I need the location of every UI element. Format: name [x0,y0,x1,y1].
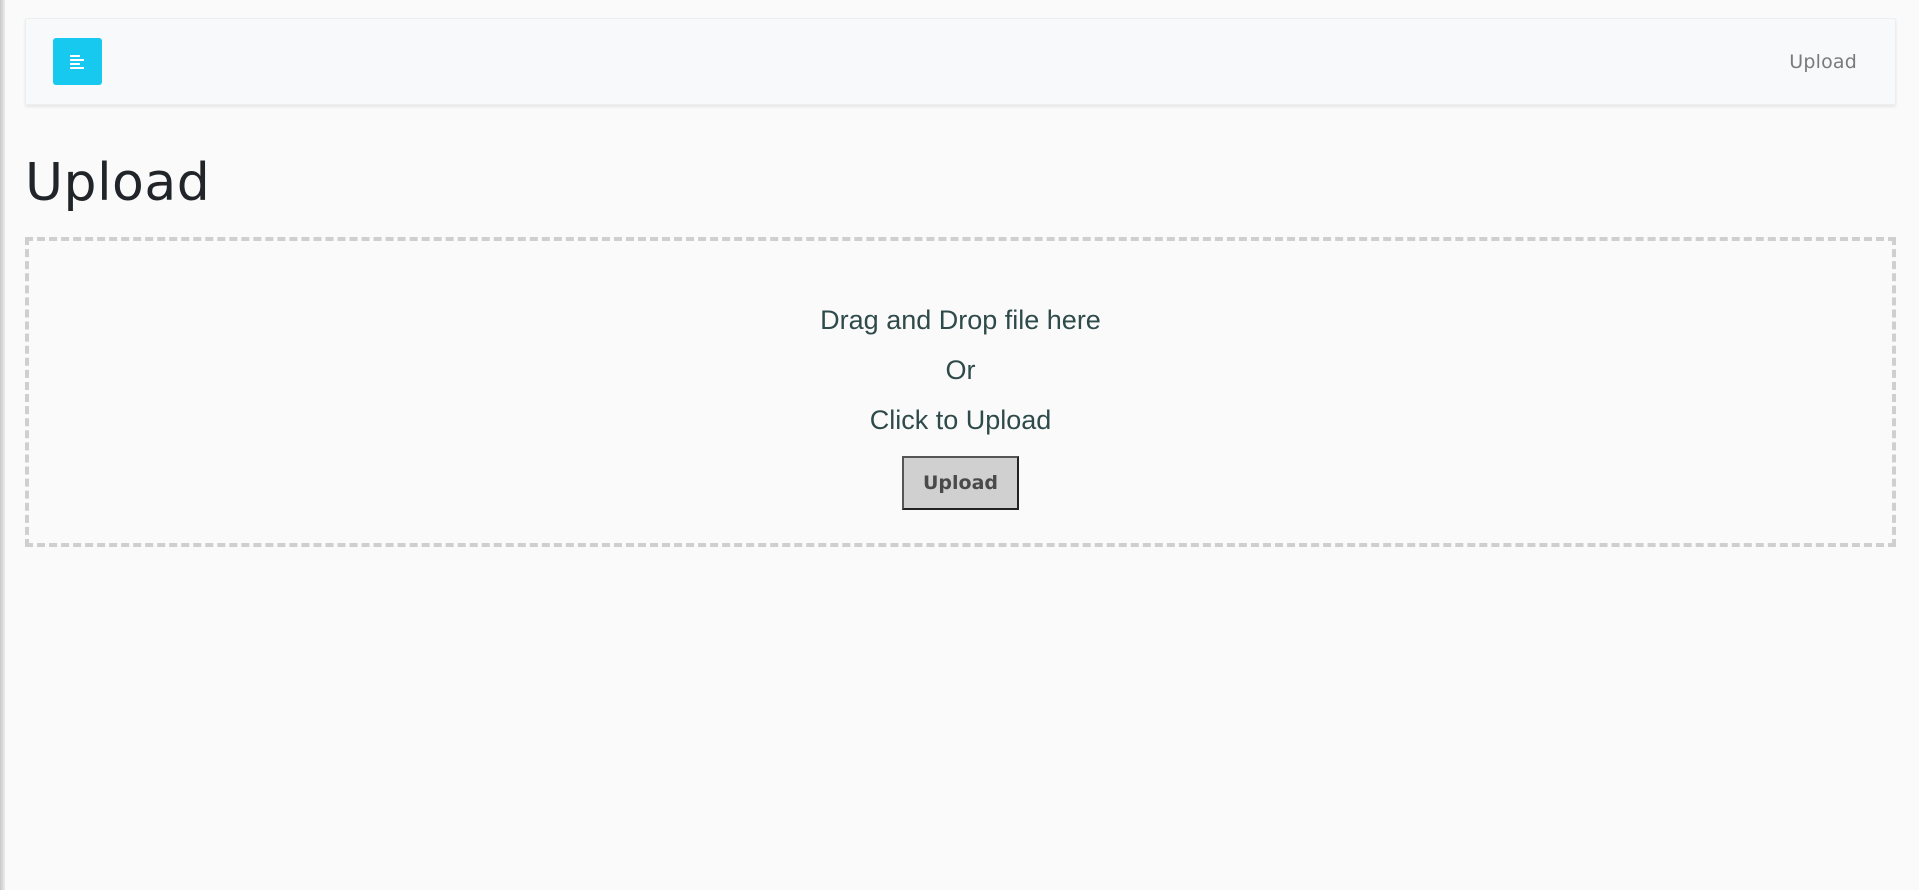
file-dropzone[interactable]: Drag and Drop file here Or Click to Uplo… [25,237,1896,547]
dropzone-click-text: Click to Upload [869,405,1052,435]
menu-align-left-icon [68,52,88,72]
top-navbar: Upload [25,18,1896,105]
sidebar-toggle-button[interactable] [53,38,102,85]
upload-button[interactable]: Upload [902,456,1019,510]
page-container: Upload Upload Drag and Drop file here Or… [25,18,1896,547]
dropzone-or-text: Or [945,355,976,385]
nav-link-upload[interactable]: Upload [1789,51,1857,73]
page-title: Upload [25,153,211,213]
dropzone-drag-text: Drag and Drop file here [820,305,1101,335]
window-left-edge [0,0,5,890]
